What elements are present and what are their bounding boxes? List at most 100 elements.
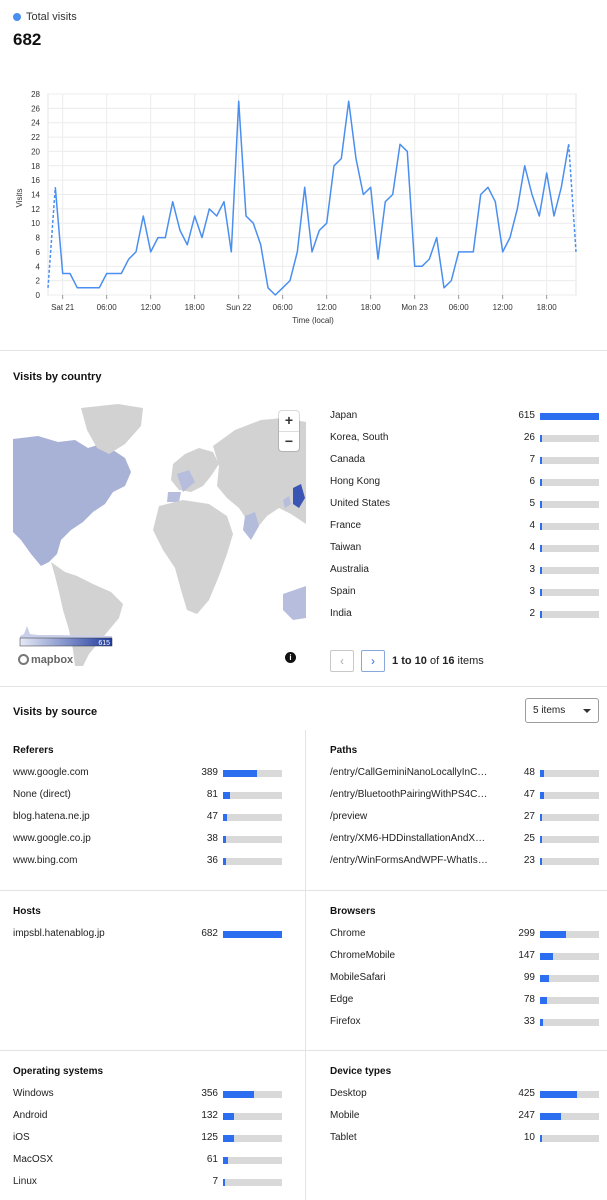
source-row-label[interactable]: /entry/XM6-HDDinstallationAndX68030 bbox=[330, 833, 488, 844]
info-icon[interactable]: i bbox=[285, 652, 296, 663]
source-row-label[interactable]: iOS bbox=[13, 1132, 171, 1143]
chart-y-tick-label: 26 bbox=[31, 104, 40, 113]
country-row-label[interactable]: Australia bbox=[330, 564, 490, 575]
source-row-bar-fill bbox=[223, 1135, 234, 1142]
source-row-value: 147 bbox=[518, 950, 535, 961]
country-row-label[interactable]: France bbox=[330, 520, 490, 531]
source-group-title: Browsers bbox=[330, 906, 376, 917]
map-zoom-out-button[interactable]: − bbox=[279, 432, 299, 452]
country-row-label[interactable]: India bbox=[330, 608, 490, 619]
source-row-bar-fill bbox=[223, 1113, 235, 1120]
chart-x-tick-label: Sat 21 bbox=[51, 303, 75, 312]
chart-y-tick-label: 12 bbox=[31, 205, 40, 214]
chart-x-ticks: Sat 21 06:00 12:00 18:00 Sun 22 06:00 12:00 18:… bbox=[51, 303, 557, 312]
country-row-label[interactable]: Spain bbox=[330, 586, 490, 597]
source-row-value: 48 bbox=[523, 767, 535, 778]
country-row-label[interactable]: Korea, South bbox=[330, 432, 490, 443]
chart-y-tick-label: 16 bbox=[31, 176, 40, 185]
country-row-bar-track bbox=[540, 435, 599, 442]
source-row-label[interactable]: impsbl.hatenablog.jp bbox=[13, 928, 171, 939]
source-row-bar-track bbox=[540, 1135, 599, 1142]
source-row-value: 81 bbox=[206, 789, 218, 800]
source-row-label[interactable]: None (direct) bbox=[13, 789, 171, 800]
source-row-label[interactable]: /entry/WinFormsAndWPF-WhatIsDiffe... bbox=[330, 855, 488, 866]
source-row-value: 389 bbox=[201, 767, 218, 778]
source-row-label[interactable]: MacOSX bbox=[13, 1154, 171, 1165]
source-row-label[interactable]: Linux bbox=[13, 1176, 171, 1187]
map-zoom-control: + − bbox=[279, 411, 299, 451]
country-row-label[interactable]: Japan bbox=[330, 410, 490, 421]
chart-y-tick-label: 2 bbox=[36, 277, 41, 286]
mapbox-logo-icon bbox=[18, 654, 29, 665]
source-row-value: 78 bbox=[523, 994, 535, 1005]
chart-x-tick-label: 12:00 bbox=[317, 303, 338, 312]
source-row-label[interactable]: Windows bbox=[13, 1088, 171, 1099]
source-row-value: 38 bbox=[206, 833, 218, 844]
source-row-label[interactable]: /entry/BluetoothPairingWithPS4Comp... bbox=[330, 789, 488, 800]
source-row-bar-track bbox=[540, 1091, 599, 1098]
source-row-label[interactable]: Edge bbox=[330, 994, 488, 1005]
source-row-label[interactable]: www.google.com bbox=[13, 767, 171, 778]
source-row-bar-fill bbox=[540, 953, 553, 960]
source-row-bar-fill bbox=[223, 1179, 225, 1186]
source-row-bar-track bbox=[540, 997, 599, 1004]
source-row-label[interactable]: ChromeMobile bbox=[330, 950, 488, 961]
visits-by-country-title: Visits by country bbox=[13, 371, 102, 383]
source-row-label[interactable]: blog.hatena.ne.jp bbox=[13, 811, 171, 822]
source-row-value: 125 bbox=[201, 1132, 218, 1143]
source-group-title: Referers bbox=[13, 745, 54, 756]
source-row-label[interactable]: www.google.co.jp bbox=[13, 833, 171, 844]
pagination-prev-button[interactable]: ‹ bbox=[330, 650, 354, 672]
country-row-bar-fill bbox=[540, 479, 542, 486]
chart-y-tick-label: 6 bbox=[36, 248, 41, 257]
map-zoom-in-button[interactable]: + bbox=[279, 411, 299, 432]
source-row-bar-track bbox=[223, 836, 282, 843]
country-row-label[interactable]: Canada bbox=[330, 454, 490, 465]
source-row-label[interactable]: Mobile bbox=[330, 1110, 488, 1121]
source-row-label[interactable]: /preview bbox=[330, 811, 488, 822]
source-row-bar-track bbox=[223, 1113, 282, 1120]
mapbox-logo[interactable]: mapbox bbox=[18, 654, 73, 666]
country-row-bar-fill bbox=[540, 501, 542, 508]
source-row-label[interactable]: Desktop bbox=[330, 1088, 488, 1099]
chart-x-tick-label: 06:00 bbox=[97, 303, 118, 312]
source-row-label[interactable]: Chrome bbox=[330, 928, 488, 939]
source-row-bar-fill bbox=[540, 792, 545, 799]
chart-x-tick-label: 06:00 bbox=[449, 303, 470, 312]
source-row-label[interactable]: /entry/CallGeminiNanoLocallyInChro... bbox=[330, 767, 488, 778]
source-row-label[interactable]: Tablet bbox=[330, 1132, 488, 1143]
source-row-bar-track bbox=[540, 953, 599, 960]
source-row-label[interactable]: www.bing.com bbox=[13, 855, 171, 866]
chart-x-tick-label: Mon 23 bbox=[401, 303, 428, 312]
country-row-value: 26 bbox=[523, 432, 535, 443]
source-row-bar-track bbox=[223, 1157, 282, 1164]
country-row-label[interactable]: Hong Kong bbox=[330, 476, 490, 487]
country-row-bar-fill bbox=[540, 523, 542, 530]
pagination-next-button[interactable]: › bbox=[361, 650, 385, 672]
country-row-value: 4 bbox=[529, 542, 535, 553]
mapbox-logo-text: mapbox bbox=[31, 654, 74, 666]
country-row-bar-track bbox=[540, 413, 599, 420]
source-row-value: 7 bbox=[212, 1176, 218, 1187]
spain-shape bbox=[167, 492, 181, 502]
column-divider bbox=[305, 730, 306, 1200]
country-row-bar-track bbox=[540, 589, 599, 596]
country-row-value: 615 bbox=[518, 410, 535, 421]
chart-y-ticks: 0246810121416182022242628 bbox=[31, 90, 40, 300]
source-row-bar-fill bbox=[540, 1019, 543, 1026]
country-row-bar-fill bbox=[540, 545, 542, 552]
country-row-label[interactable]: Taiwan bbox=[330, 542, 490, 553]
series-legend-label[interactable]: Total visits bbox=[26, 11, 77, 23]
source-row-bar-track bbox=[223, 792, 282, 799]
country-row-label[interactable]: United States bbox=[330, 498, 490, 509]
source-row-bar-track bbox=[540, 814, 599, 821]
source-row-value: 682 bbox=[201, 928, 218, 939]
source-row-label[interactable]: Firefox bbox=[330, 1016, 488, 1027]
pagination-summary: 1 to 10 of 16 items bbox=[392, 655, 484, 667]
items-count-select[interactable]: 5 items bbox=[525, 698, 599, 723]
source-row-bar-track bbox=[540, 1113, 599, 1120]
source-row-label[interactable]: MobileSafari bbox=[330, 972, 488, 983]
country-row-bar-track bbox=[540, 611, 599, 618]
source-row-bar-track bbox=[223, 1135, 282, 1142]
source-row-label[interactable]: Android bbox=[13, 1110, 171, 1121]
